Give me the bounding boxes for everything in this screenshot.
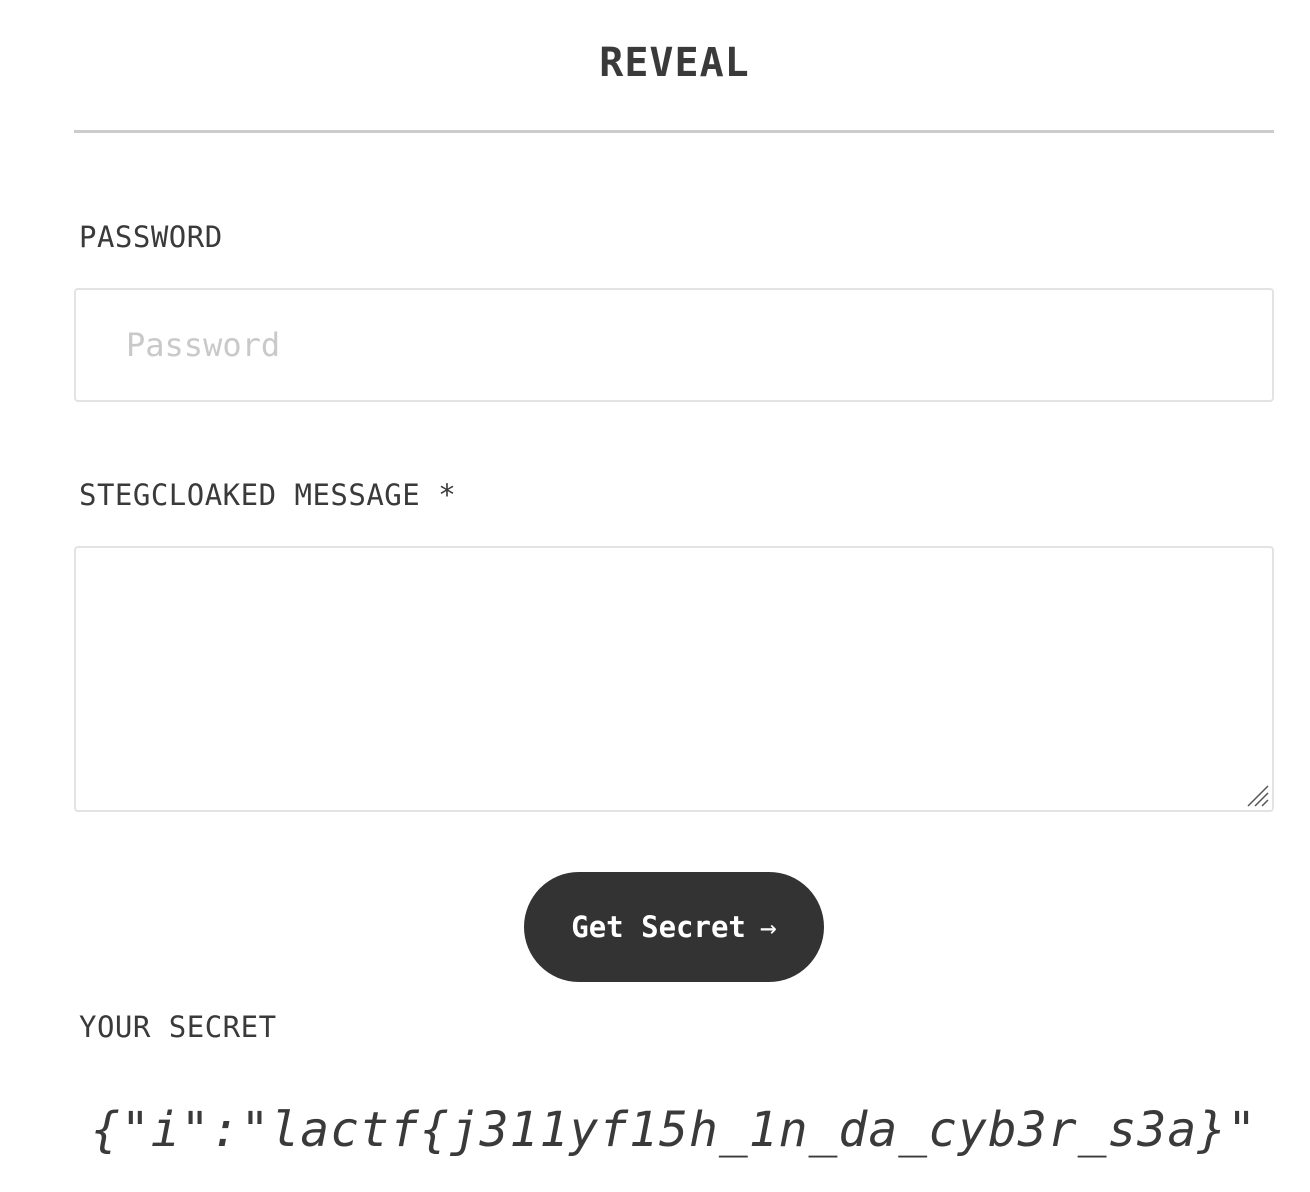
message-label: STEGCLOAKED MESSAGE *: [79, 478, 457, 512]
title-divider: [74, 130, 1274, 133]
get-secret-button-label: Get Secret: [571, 910, 746, 944]
stegcloaked-message-textarea[interactable]: [74, 546, 1274, 812]
secret-output: {"i":"lactf{j311yf15h_1n_da_cyb3r_s3a}": [90, 1102, 1258, 1158]
page-title: REVEAL: [599, 40, 750, 86]
arrow-right-icon: →: [759, 910, 777, 944]
resize-handle-icon[interactable]: [1244, 782, 1270, 808]
secret-label: YOUR SECRET: [79, 1010, 277, 1044]
password-input[interactable]: [74, 288, 1274, 402]
reveal-page: REVEAL PASSWORD STEGCLOAKED MESSAGE * Ge…: [0, 0, 1310, 1192]
password-label: PASSWORD: [79, 220, 223, 254]
get-secret-button[interactable]: Get Secret →: [524, 872, 824, 982]
